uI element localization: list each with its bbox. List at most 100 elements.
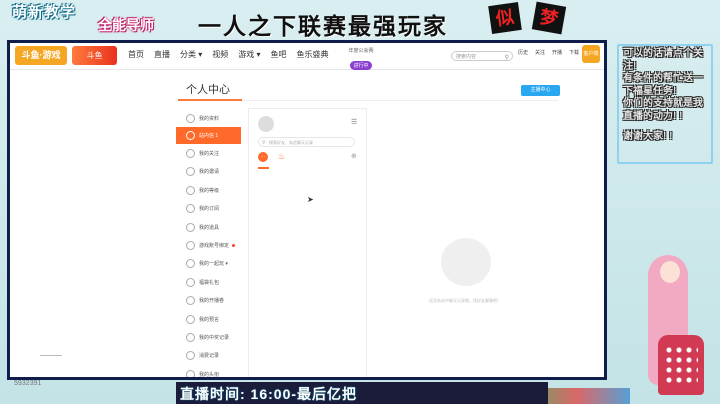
sidebar-item-label: 站内信 1 bbox=[199, 133, 219, 140]
notice-line: 可以的话请点个关注! bbox=[623, 48, 703, 72]
message-search-input[interactable]: ⚲ 搜索好友、私信聊天记录 bbox=[258, 137, 355, 147]
promo-title: 年度公会赛 bbox=[348, 48, 374, 54]
sidebar-item-game-binding[interactable]: 游戏账号绑定 bbox=[176, 236, 241, 254]
notification-bell-icon[interactable]: ♨ bbox=[278, 152, 285, 161]
browser-window: 斗鱼·游戏 斗鱼 首页 直播 分类 ▾ 视频 游戏 ▾ 鱼吧 鱼乐盛典 年度公会… bbox=[7, 40, 607, 380]
active-tab-indicator bbox=[258, 167, 269, 169]
empty-mascot-icon bbox=[441, 238, 491, 286]
gift-icon bbox=[186, 222, 195, 232]
bag-icon bbox=[186, 277, 195, 287]
sidebar-item-label: 我的资料 bbox=[199, 115, 220, 122]
message-search-placeholder: 搜索好友、私信聊天记录 bbox=[269, 140, 313, 145]
follow-button[interactable]: 关注 bbox=[535, 49, 545, 56]
prize-icon bbox=[186, 332, 195, 342]
search-icon: ⚲ bbox=[262, 140, 266, 146]
site-header: 斗鱼·游戏 斗鱼 首页 直播 分类 ▾ 视频 游戏 ▾ 鱼吧 鱼乐盛典 年度公会… bbox=[10, 43, 604, 70]
stream-schedule-text: 直播时间: 16:00-最后亿把 bbox=[180, 386, 358, 402]
anime-character-illustration bbox=[640, 245, 720, 404]
overlay-stamp-2: 梦 bbox=[531, 1, 567, 35]
overlay-tagline-2: 全能导师 bbox=[98, 17, 154, 33]
sidebar-item-label: 游戏账号绑定 bbox=[199, 243, 230, 250]
nav-item-games[interactable]: 游戏 ▾ bbox=[238, 49, 260, 60]
sidebar-item-level[interactable]: 我的等级 bbox=[176, 181, 241, 199]
message-panel: ☰ ⚲ 搜索好友、私信聊天记录 ⋯ ♨ ⊕ bbox=[248, 108, 367, 377]
sidebar-item-play-together[interactable]: 我的一起玩 ▾ bbox=[176, 255, 241, 273]
nav-item-live[interactable]: 直播 bbox=[154, 49, 170, 60]
sidebar-item-label: 我的预言 bbox=[199, 316, 220, 323]
user-avatar[interactable]: 客户端 bbox=[582, 45, 600, 63]
message-user-avatar bbox=[258, 116, 274, 132]
sidebar-item-follows[interactable]: 我的关注 bbox=[176, 144, 241, 162]
character-face bbox=[660, 261, 680, 283]
coin-icon bbox=[186, 351, 195, 361]
download-button[interactable]: 下载 bbox=[569, 49, 579, 56]
header-actions: 历史 关注 开播 下载 bbox=[518, 49, 579, 56]
gamepad-icon bbox=[186, 259, 195, 269]
sidebar-menu: 我的资料 站内信 1 我的关注 我的邀请 我的等级 我的订阅 我的道具 游戏账号… bbox=[176, 109, 241, 378]
sidebar-item-broadcast-pass[interactable]: 我的开播卷 bbox=[176, 292, 241, 310]
notification-dot bbox=[232, 244, 236, 248]
overlay-banner-title: 一人之下联赛最强玩家 bbox=[198, 13, 448, 39]
chat-empty-state: 还没有选中聊天记录哦，找好友聊聊吧！ bbox=[371, 108, 559, 377]
sidebar-item-titles[interactable]: 我的头衔 bbox=[176, 365, 241, 378]
add-contact-icon[interactable]: ⊕ bbox=[351, 152, 357, 160]
sidebar-item-label: 我的邀请 bbox=[199, 169, 220, 176]
profile-icon bbox=[186, 113, 195, 123]
promo-banner[interactable]: 年度公会赛 进行中 bbox=[342, 47, 380, 70]
sidebar-item-label: 福袋礼包 bbox=[199, 279, 220, 286]
title-divider bbox=[242, 100, 558, 101]
nav-item-category[interactable]: 分类 ▾ bbox=[180, 49, 202, 60]
sidebar-item-spending[interactable]: 消费记录 bbox=[176, 347, 241, 365]
search-placeholder: 搜索内容 bbox=[456, 54, 477, 60]
sidebar-item-label: 我的等级 bbox=[199, 187, 220, 194]
sidebar-item-label: 消费记录 bbox=[199, 353, 220, 360]
title-underline bbox=[178, 99, 242, 101]
trophy-icon bbox=[186, 314, 195, 324]
main-nav: 首页 直播 分类 ▾ 视频 游戏 ▾ 鱼吧 鱼乐盛典 bbox=[128, 49, 329, 60]
sidebar-item-label: 我的头衔 bbox=[199, 371, 220, 378]
sidebar-item-label: 我的关注 bbox=[199, 151, 220, 158]
invite-icon bbox=[186, 167, 195, 177]
search-input[interactable]: 搜索内容 ⚲ bbox=[451, 51, 513, 61]
site-logo[interactable]: 斗鱼·游戏 bbox=[15, 46, 67, 65]
anchor-center-button[interactable]: 主播中心 bbox=[521, 85, 560, 96]
stream-notice-box: 可以的话请点个关注! 有条件的帮忙送一下福星任务! 你们的支持就是我直播的动力!… bbox=[617, 44, 713, 164]
subscribe-icon bbox=[186, 204, 195, 214]
overlay-tagline-1: 萌新教学 bbox=[12, 4, 77, 21]
secondary-logo[interactable]: 斗鱼 bbox=[72, 46, 117, 65]
sidebar-item-lucky-bag[interactable]: 福袋礼包 bbox=[176, 273, 241, 291]
nav-item-home[interactable]: 首页 bbox=[128, 49, 144, 60]
sidebar-item-messages[interactable]: 站内信 1 bbox=[176, 127, 241, 145]
sidebar-item-profile[interactable]: 我的资料 bbox=[176, 109, 241, 127]
mouse-cursor-icon: ➤ bbox=[307, 195, 314, 204]
nav-item-fishbar[interactable]: 鱼吧 bbox=[271, 49, 287, 60]
notice-line: 你们的支持就是我直播的动力! ! bbox=[623, 98, 703, 122]
stream-overlay-banner: 萌新教学 全能导师 一人之下联赛最强玩家 似 梦 bbox=[0, 0, 720, 44]
sidebar-item-props[interactable]: 我的道具 bbox=[176, 218, 241, 236]
chat-tab-icon[interactable]: ⋯ bbox=[258, 152, 268, 162]
sidebar-item-predictions[interactable]: 我的预言 bbox=[176, 310, 241, 328]
sidebar-item-label: 我的一起玩 ▾ bbox=[199, 261, 228, 268]
notice-line: 谢谢大家! ! bbox=[623, 131, 673, 142]
menu-icon[interactable]: ☰ bbox=[351, 118, 357, 126]
sidebar-item-winnings[interactable]: 我的中奖记录 bbox=[176, 328, 241, 346]
nav-item-festival[interactable]: 鱼乐盛典 bbox=[297, 49, 329, 60]
uid-text: 5932391 bbox=[14, 380, 42, 387]
page-title: 个人中心 bbox=[186, 84, 230, 96]
mail-icon bbox=[186, 131, 195, 141]
history-button[interactable]: 历史 bbox=[518, 49, 528, 56]
sidebar-item-label: 我的订阅 bbox=[199, 206, 220, 213]
notice-spacer bbox=[623, 123, 707, 131]
search-icon[interactable]: ⚲ bbox=[505, 53, 509, 63]
message-tabs: ⋯ ♨ ⊕ bbox=[258, 152, 357, 172]
sidebar-item-subscriptions[interactable]: 我的订阅 bbox=[176, 200, 241, 218]
sidebar-item-label: 我的道具 bbox=[199, 224, 220, 231]
promo-badge: 进行中 bbox=[350, 61, 372, 70]
heart-icon bbox=[186, 149, 195, 159]
check-icon bbox=[186, 241, 195, 251]
character-dress-pattern bbox=[664, 345, 698, 385]
nav-item-video[interactable]: 视频 bbox=[212, 49, 228, 60]
ticket-icon bbox=[186, 296, 195, 306]
sidebar-item-invites[interactable]: 我的邀请 bbox=[176, 163, 241, 181]
broadcast-button[interactable]: 开播 bbox=[552, 49, 562, 56]
